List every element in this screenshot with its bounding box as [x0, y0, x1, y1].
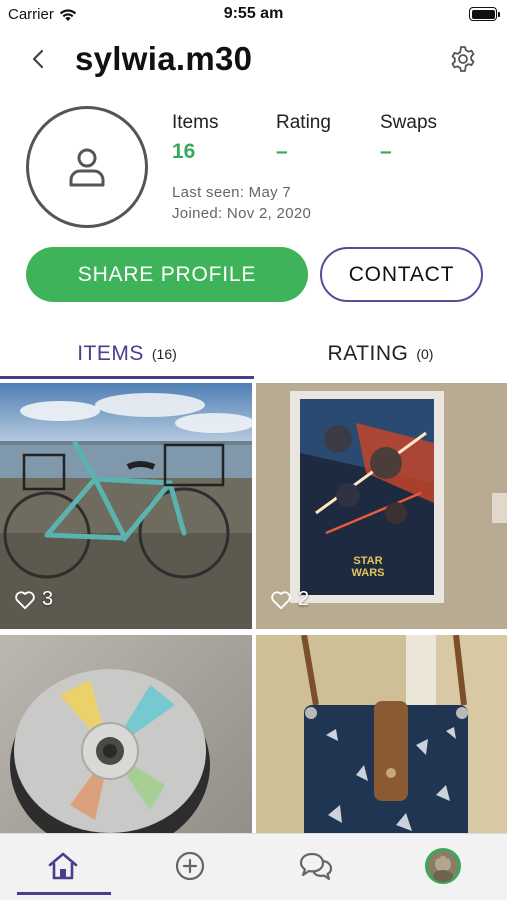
stat-swaps-label: Swaps	[380, 112, 438, 133]
item-likes-count: 2	[298, 588, 310, 610]
item-likes: 3	[14, 588, 53, 611]
tab-rating-count: (0)	[416, 346, 434, 362]
item-likes-count: 3	[42, 588, 54, 610]
profile-username: sylwia.m30	[75, 40, 253, 77]
item-photo-cd	[0, 635, 252, 833]
stat-rating: Rating –	[276, 112, 331, 164]
tab-rating-label: RATING	[327, 342, 409, 365]
item-likes: 2	[270, 588, 309, 611]
nav-profile-button[interactable]	[425, 848, 461, 884]
active-tab-indicator	[0, 376, 254, 379]
user-icon	[69, 148, 105, 187]
item-photo-bag	[256, 635, 507, 833]
home-icon	[48, 852, 78, 880]
gear-icon	[451, 46, 475, 72]
item-card-cd[interactable]	[0, 635, 252, 833]
chevron-left-icon	[32, 49, 44, 69]
stat-swaps: Swaps –	[380, 112, 437, 164]
stat-items-value: 16	[172, 140, 196, 163]
tab-items-label: ITEMS	[77, 342, 144, 365]
tab-items-count: (16)	[151, 346, 177, 362]
items-grid: 3 STAR WARS 2	[0, 383, 507, 833]
heart-outline-icon	[271, 590, 291, 609]
nav-add-button[interactable]	[172, 848, 208, 884]
item-card-poster[interactable]: STAR WARS 2	[256, 383, 507, 629]
stat-swaps-value: –	[380, 140, 392, 163]
avatar	[26, 106, 148, 228]
status-time: 9:55 am	[223, 5, 284, 22]
svg-text:WARS: WARS	[352, 567, 385, 579]
chat-bubbles-icon	[299, 852, 333, 881]
item-card-bag[interactable]	[256, 635, 507, 833]
stat-rating-value: –	[276, 140, 288, 163]
stat-items: Items 16	[172, 112, 218, 164]
settings-button[interactable]	[448, 44, 478, 74]
battery-icon	[469, 7, 500, 21]
joined-date-text: Joined: Nov 2, 2020	[172, 205, 312, 222]
share-profile-button[interactable]: SHARE PROFILE	[26, 247, 308, 302]
profile-photo-icon	[425, 848, 461, 884]
item-card-bicycle[interactable]: 3	[0, 383, 252, 629]
svg-text:STAR: STAR	[353, 555, 382, 567]
stat-rating-label: Rating	[276, 112, 331, 133]
back-button[interactable]	[26, 46, 52, 72]
tab-rating[interactable]: RATING (0)	[254, 330, 507, 378]
stat-items-label: Items	[172, 112, 219, 133]
heart-outline-icon	[15, 590, 35, 609]
plus-circle-icon	[175, 851, 205, 881]
nav-active-indicator	[17, 892, 111, 895]
contact-button[interactable]: CONTACT	[320, 247, 483, 302]
last-seen-text: Last seen: May 7	[172, 184, 292, 201]
nav-chat-button[interactable]	[298, 848, 334, 884]
nav-home-button[interactable]	[45, 848, 81, 884]
status-bar: Carrier 9:55 am	[0, 0, 507, 30]
tab-items[interactable]: ITEMS (16)	[0, 330, 254, 378]
bottom-nav	[0, 833, 507, 900]
